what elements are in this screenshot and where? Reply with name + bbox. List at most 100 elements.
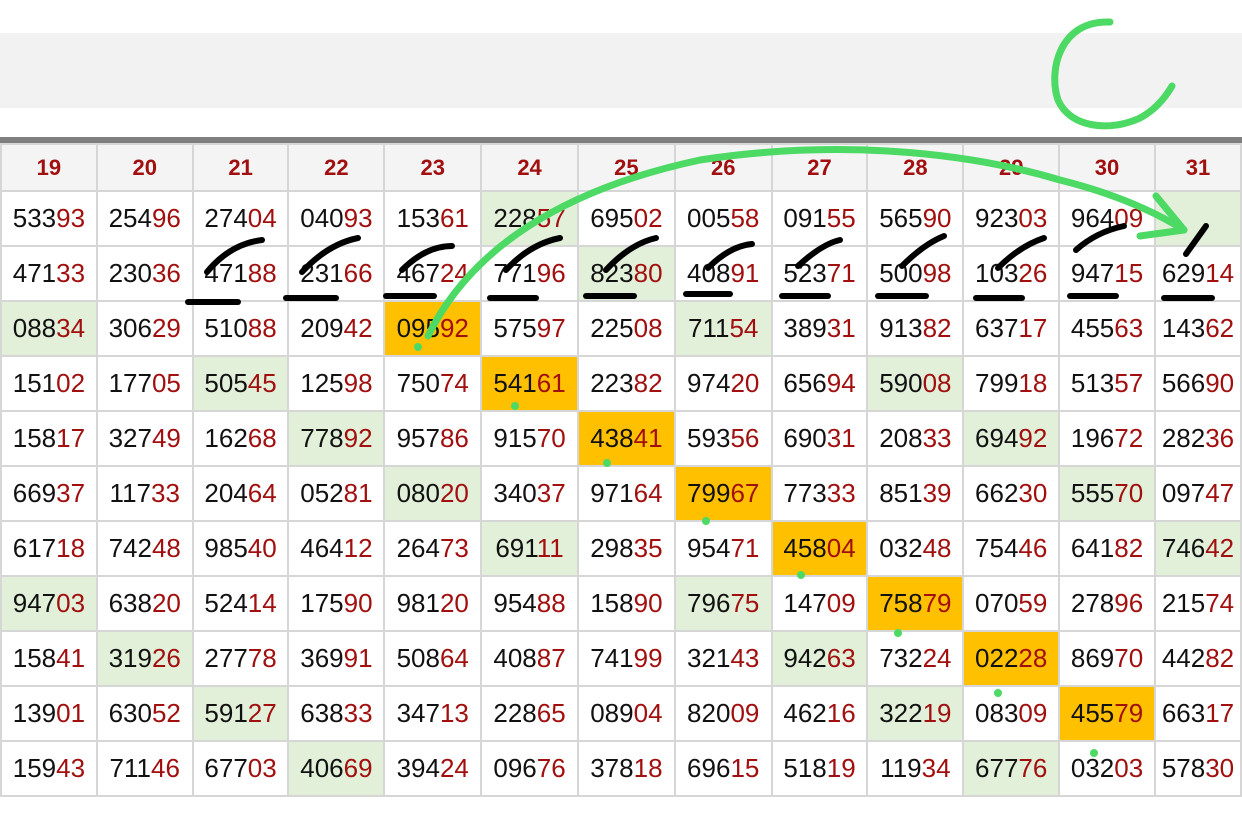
grid-cell: 95471	[673, 520, 773, 577]
cell-lead-digits: 089	[590, 698, 634, 728]
cell-lead-digits: 005	[687, 203, 731, 233]
cell-tail-digits: 34	[921, 753, 951, 783]
cell-lead-digits: 677	[975, 753, 1019, 783]
cell-tail-digits: 86	[439, 423, 469, 453]
cell-lead-digits: 228	[493, 698, 537, 728]
cell-lead-digits: 103	[975, 258, 1019, 288]
cell-tail-digits: 92	[343, 423, 373, 453]
grid-cell: 85139	[866, 465, 965, 522]
cell-tail-digits: 12	[343, 533, 373, 563]
cell-lead-digits: 778	[300, 423, 344, 453]
cell-tail-digits: 57	[1114, 368, 1144, 398]
cell-lead-digits: 869	[1070, 643, 1115, 673]
cell-lead-digits: 690	[783, 423, 827, 453]
cell-tail-digits: 82	[1205, 643, 1235, 673]
cell-lead-digits: 799	[975, 368, 1019, 398]
cell-tail-digits: 57	[536, 203, 566, 233]
grid-cell: 52371	[770, 245, 869, 302]
grid-cell: 27778	[191, 630, 290, 687]
cell-tail-digits: 26	[151, 643, 181, 673]
cell-tail-digits: 99	[633, 643, 663, 673]
cell-tail-digits: 18	[1018, 368, 1048, 398]
grid-cell: 09676	[480, 740, 579, 797]
cell-lead-digits: 175	[300, 588, 344, 618]
grid-cell: 14709	[770, 575, 869, 632]
grid-cell: 26473	[383, 520, 483, 577]
grid-cell: 63717	[962, 300, 1061, 357]
cell-lead-digits: 254	[108, 203, 152, 233]
cell-tail-digits: 47	[1205, 478, 1235, 508]
grid-cell: 22382	[576, 355, 676, 412]
grid-cell: 71146	[95, 740, 194, 797]
cell-tail-digits: 74	[439, 368, 469, 398]
cell-lead-digits: 032	[1070, 753, 1115, 783]
cell-tail-digits: 90	[1205, 368, 1235, 398]
cell-lead-digits: 524	[204, 588, 248, 618]
cell-lead-digits: 389	[783, 313, 827, 343]
cell-lead-digits: 277	[204, 643, 248, 673]
cell-lead-digits: 954	[493, 588, 537, 618]
grid-cell: 14362	[1153, 300, 1242, 357]
cell-lead-digits: 754	[975, 533, 1019, 563]
table-row: 08834 30629 51088 20942 09592 57597 22508 71154…	[0, 300, 1242, 357]
cell-tail-digits: 75	[730, 588, 760, 618]
cell-lead-digits: 083	[975, 698, 1019, 728]
cell-lead-digits: 518	[783, 753, 827, 783]
cell-lead-digits: 080	[396, 478, 440, 508]
cell-tail-digits: 24	[922, 643, 952, 673]
grid-cell: 40891	[673, 245, 773, 302]
cell-lead-digits: 471	[204, 258, 248, 288]
grid-cell: 03248	[866, 520, 965, 577]
cell-lead-digits: 139	[12, 698, 57, 728]
cell-tail-digits: 62	[1205, 313, 1235, 343]
cell-lead-digits: 823	[590, 258, 634, 288]
cell-lead-digits: 981	[396, 588, 440, 618]
cell-lead-digits: 746	[1161, 533, 1206, 563]
cell-tail-digits: 59	[1018, 588, 1048, 618]
cell-lead-digits: 629	[1161, 258, 1206, 288]
cell-lead-digits: 230	[108, 258, 152, 288]
grid-cell: 32219	[866, 685, 965, 742]
cell-tail-digits: 52	[151, 698, 181, 728]
cell-tail-digits: 46	[1018, 533, 1048, 563]
cell-tail-digits: 29	[151, 313, 181, 343]
cell-lead-digits: 630	[108, 698, 152, 728]
cell-tail-digits: 87	[536, 643, 566, 673]
cell-tail-digits: 88	[247, 258, 277, 288]
cell-lead-digits: 695	[590, 203, 634, 233]
cell-lead-digits: 741	[590, 643, 634, 673]
cell-lead-digits: 974	[687, 368, 731, 398]
cell-tail-digits: 04	[247, 203, 277, 233]
cell-lead-digits: 462	[783, 698, 827, 728]
cell-tail-digits: 82	[1114, 533, 1144, 563]
cell-tail-digits: 42	[343, 313, 373, 343]
grid-cell: 69031	[770, 410, 869, 467]
grid-cell: 95488	[480, 575, 579, 632]
cell-tail-digits: 33	[151, 478, 180, 508]
grid-cell: 08904	[576, 685, 676, 742]
cell-lead-digits: 593	[687, 423, 731, 453]
cell-tail-digits: 76	[1018, 753, 1048, 783]
cell-tail-digits: 96	[151, 203, 181, 233]
cell-lead-digits: 513	[1070, 368, 1115, 398]
grid-cell: 27896	[1058, 575, 1156, 632]
grid-cell: 65694	[770, 355, 869, 412]
grid-cell: 34037	[480, 465, 579, 522]
grid-cell: 40669	[287, 740, 386, 797]
cell-lead-digits: 406	[300, 753, 344, 783]
grid-cell: 97164	[576, 465, 676, 522]
cell-lead-digits: 508	[396, 643, 440, 673]
column-header-21: 21	[191, 143, 290, 192]
cell-tail-digits: 90	[922, 203, 952, 233]
grid-cell: 09155	[770, 190, 869, 247]
cell-lead-digits: 022	[975, 643, 1019, 673]
grid-cell: 29835	[576, 520, 676, 577]
grid-cell: 16268	[191, 410, 290, 467]
cell-lead-digits: 590	[879, 368, 923, 398]
grid-cell: 56690	[1153, 355, 1242, 412]
cell-tail-digits: 91	[343, 643, 373, 673]
cell-lead-digits: 566	[1161, 368, 1206, 398]
grid-cell: 47133	[0, 245, 98, 302]
grid-cell: 23036	[95, 245, 194, 302]
cell-lead-digits: 971	[590, 478, 634, 508]
